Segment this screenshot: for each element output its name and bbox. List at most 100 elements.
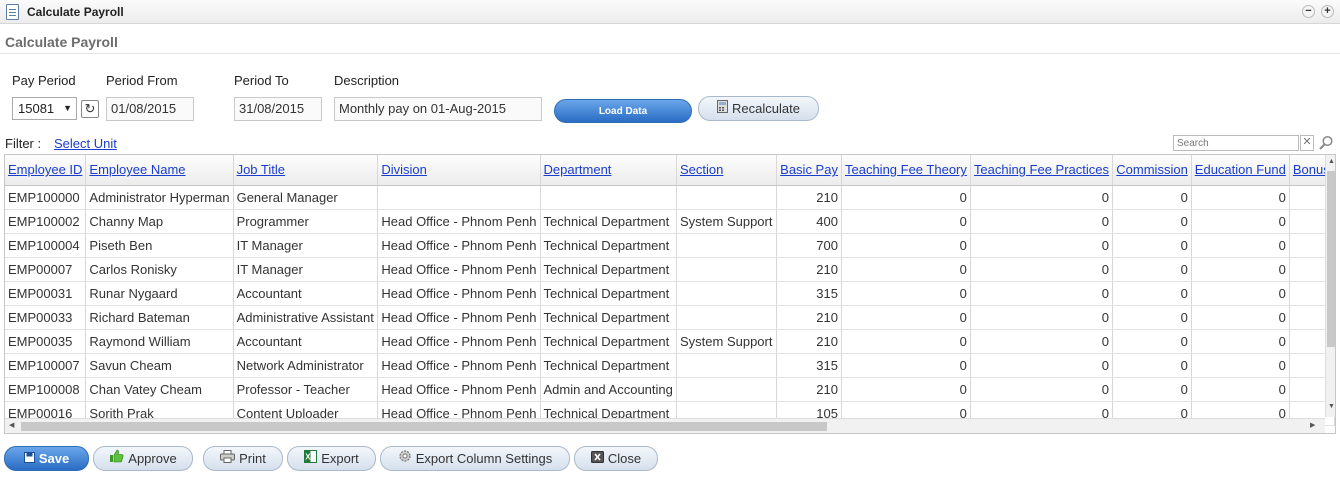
scroll-up-icon[interactable]: ▲ (1326, 158, 1335, 168)
maximize-button[interactable]: + (1321, 5, 1334, 18)
table-cell: 0 (841, 185, 971, 210)
table-cell: 0 (1191, 209, 1290, 234)
table-cell: Head Office - Phnom Penh (377, 233, 541, 258)
search-icon[interactable] (1318, 135, 1334, 151)
description-field[interactable]: Monthly pay on 01-Aug-2015 (334, 97, 542, 121)
table-row[interactable]: EMP100002 Channy Map Programmer Head Office… (5, 209, 1335, 234)
table-cell: 0 (841, 233, 971, 258)
table-row[interactable]: EMP00031 Runar Nygaard Accountant Head Offi… (5, 281, 1335, 306)
clear-search-icon[interactable]: ✕ (1300, 135, 1314, 151)
export-column-settings-button[interactable]: Export Column Settings (380, 446, 570, 471)
table-row[interactable]: EMP100007 Savun Cheam Network Administrato… (5, 353, 1335, 378)
table-cell: 0 (1191, 329, 1290, 354)
column-header[interactable]: Teaching Fee Theory (841, 155, 971, 186)
table-cell: Technical Department (540, 353, 677, 378)
close-button[interactable]: Close (574, 446, 658, 471)
table-cell: 0 (1112, 257, 1192, 282)
scroll-down-icon[interactable]: ▼ (1326, 403, 1335, 413)
table-cell (676, 305, 778, 330)
table-cell: 0 (1191, 353, 1290, 378)
print-button[interactable]: Print (203, 446, 283, 471)
export-column-settings-label: Export Column Settings (415, 451, 553, 466)
table-cell: 210 (776, 257, 842, 282)
table-row[interactable]: EMP00007 Carlos Ronisky IT Manager Head Off… (5, 257, 1335, 282)
scroll-thumb[interactable] (1327, 171, 1335, 347)
table-cell: 0 (1191, 233, 1290, 258)
refresh-icon[interactable]: ↻ (81, 100, 99, 118)
column-header[interactable]: Commission (1112, 155, 1192, 186)
table-cell: EMP100004 (5, 233, 87, 258)
table-cell: Administrative Assistant (233, 305, 379, 330)
export-label: Export (321, 451, 359, 466)
table-cell: Raymond William (85, 329, 234, 354)
table-cell: Network Administrator (233, 353, 379, 378)
vertical-scrollbar[interactable]: ▲ ▼ (1325, 155, 1335, 417)
table-cell: EMP100000 (5, 185, 87, 210)
period-from-label: Period From (106, 73, 178, 88)
search-input[interactable] (1173, 135, 1299, 151)
table-cell: Runar Nygaard (85, 281, 234, 306)
select-unit-link[interactable]: Select Unit (54, 136, 117, 151)
table-cell: Administrator Hyperman (85, 185, 234, 210)
table-cell: 0 (841, 257, 971, 282)
table-cell: 0 (1112, 233, 1192, 258)
table-cell: 0 (1112, 353, 1192, 378)
table-cell: 0 (1191, 257, 1290, 282)
column-header[interactable]: Department (540, 155, 677, 186)
recalculate-button[interactable]: Recalculate (698, 96, 819, 121)
table-row[interactable]: EMP00033 Richard Bateman Administrative As… (5, 305, 1335, 330)
scroll-thumb[interactable] (21, 422, 827, 431)
column-header[interactable]: Job Title (233, 155, 379, 186)
table-cell: IT Manager (233, 233, 379, 258)
table-cell: Programmer (233, 209, 379, 234)
scroll-left-icon[interactable]: ◀ (9, 421, 14, 429)
table-cell: Admin and Accounting (540, 377, 677, 402)
table-cell: EMP00033 (5, 305, 87, 330)
recalculate-label: Recalculate (732, 101, 800, 116)
scroll-right-icon[interactable]: ▶ (1310, 421, 1315, 429)
period-to-field[interactable]: 31/08/2015 (234, 97, 322, 121)
table-row[interactable]: EMP100008 Chan Vatey Cheam Professor - Tea… (5, 377, 1335, 402)
table-cell: IT Manager (233, 257, 379, 282)
table-cell: 210 (776, 377, 842, 402)
pay-period-value: 15081 (18, 101, 55, 116)
column-header[interactable]: Division (377, 155, 541, 186)
export-button[interactable]: X Export (287, 446, 376, 471)
table-cell: 0 (970, 257, 1114, 282)
period-from-field[interactable]: 01/08/2015 (106, 97, 194, 121)
description-label: Description (334, 73, 400, 88)
table-cell: Head Office - Phnom Penh (377, 353, 541, 378)
table-cell: Technical Department (540, 305, 677, 330)
table-cell: EMP00031 (5, 281, 87, 306)
table-cell: 0 (1112, 329, 1192, 354)
table-cell (540, 185, 677, 210)
horizontal-scrollbar[interactable]: ◀ ▶ (5, 418, 1325, 433)
table-row[interactable]: EMP00035 Raymond William Accountant Head Of… (5, 329, 1335, 354)
save-label: Save (38, 451, 70, 466)
table-row[interactable]: EMP100004 Piseth Ben IT Manager Head Office… (5, 233, 1335, 258)
table-cell: 0 (970, 353, 1114, 378)
save-button[interactable]: Save (4, 446, 89, 471)
column-header[interactable]: Teaching Fee Practices (970, 155, 1114, 186)
table-cell: Technical Department (540, 257, 677, 282)
table-cell (676, 281, 778, 306)
table-cell: System Support (676, 329, 778, 354)
table-cell: 0 (841, 209, 971, 234)
table-cell (676, 257, 778, 282)
column-header[interactable]: Basic Pay (776, 155, 842, 186)
table-cell: System Support (676, 209, 778, 234)
column-header[interactable]: Education Fund (1191, 155, 1290, 186)
approve-button[interactable]: Approve (93, 446, 193, 471)
calculator-icon (717, 98, 729, 121)
table-cell: Head Office - Phnom Penh (377, 257, 541, 282)
minimize-button[interactable]: − (1302, 5, 1315, 18)
column-header[interactable]: Section (676, 155, 778, 186)
table-row[interactable]: EMP100000 Administrator Hyperman General M… (5, 185, 1335, 210)
table-cell: 0 (1191, 281, 1290, 306)
pay-period-select[interactable]: 15081 ▼ (12, 97, 77, 120)
load-data-button[interactable]: Load Data (554, 99, 692, 123)
column-header[interactable]: Employee Name (85, 155, 234, 186)
table-cell: Richard Bateman (85, 305, 234, 330)
column-header[interactable]: Employee ID (5, 155, 87, 186)
table-cell: Technical Department (540, 233, 677, 258)
